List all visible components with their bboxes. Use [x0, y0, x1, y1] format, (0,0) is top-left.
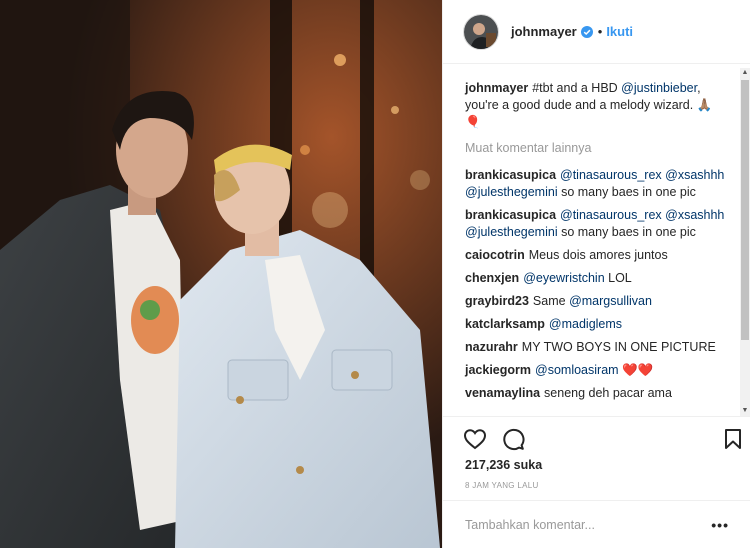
- comment-username[interactable]: katclarksamp: [465, 317, 545, 331]
- heart-icon[interactable]: [463, 427, 487, 451]
- comment-mention[interactable]: @eyewristchin: [523, 271, 604, 285]
- scroll-down-arrow-icon[interactable]: ▼: [740, 406, 750, 416]
- comment-username[interactable]: jackiegorm: [465, 363, 531, 377]
- comment-item: jackiegorm @somloasiram ❤️❤️: [465, 362, 725, 379]
- comment-item: brankicasupica @tinasaurous_rex @xsashhh …: [465, 207, 725, 241]
- avatar[interactable]: [463, 13, 499, 50]
- comment-text: Same: [532, 294, 570, 308]
- comment-text: Meus dois amores juntos: [528, 248, 668, 262]
- post-details-panel: johnmayer • Ikuti johnmayer #tbt and a HB…: [442, 0, 750, 548]
- bookmark-icon[interactable]: [721, 427, 745, 451]
- comment-mention[interactable]: @margsullivan: [569, 294, 652, 308]
- comment-item: caiocotrin Meus dois amores juntos: [465, 247, 725, 264]
- comment-text: seneng deh pacar ama: [544, 386, 672, 400]
- comment-text: so many baes in one pic: [557, 185, 696, 199]
- comment-item: brankicasupica @tinasaurous_rex @xsashhh …: [465, 167, 725, 201]
- scroll-up-arrow-icon[interactable]: ▲: [740, 68, 750, 78]
- scrollbar-thumb[interactable]: [741, 80, 749, 340]
- comment-text: so many baes in one pic: [557, 225, 696, 239]
- post-timestamp: 8 JAM YANG LALU: [465, 481, 539, 490]
- action-bar: [443, 416, 750, 456]
- add-comment-section: •••: [443, 500, 750, 548]
- photo-illustration: [0, 0, 442, 548]
- caption: johnmayer #tbt and a HBD @justinbieber, y…: [465, 80, 725, 131]
- comment-mention[interactable]: @somloasiram: [535, 363, 619, 377]
- comment-mention[interactable]: @tinasaurous_rex: [560, 208, 662, 222]
- load-more-comments-button[interactable]: Muat komentar lainnya: [465, 141, 725, 155]
- comment-mention[interactable]: @julesthegemini: [465, 185, 558, 199]
- header-separator: •: [597, 24, 603, 39]
- comment-text: LOL: [604, 271, 632, 285]
- comment-icon[interactable]: [501, 427, 525, 451]
- add-comment-input[interactable]: [465, 517, 712, 532]
- instagram-post: johnmayer • Ikuti johnmayer #tbt and a HB…: [0, 0, 750, 548]
- likes-count[interactable]: 217,236 suka: [465, 458, 542, 472]
- post-photo[interactable]: [0, 0, 442, 548]
- comment-item: nazurahr MY TWO BOYS IN ONE PICTURE: [465, 339, 725, 356]
- verified-badge-icon: [580, 25, 593, 38]
- comment-mention[interactable]: @xsashhh: [665, 208, 724, 222]
- follow-button[interactable]: Ikuti: [606, 24, 633, 39]
- comment-username[interactable]: graybird23: [465, 294, 529, 308]
- comments-list[interactable]: johnmayer #tbt and a HBD @justinbieber, y…: [443, 64, 750, 416]
- comment-username[interactable]: caiocotrin: [465, 248, 525, 262]
- caption-text-before: #tbt and a HBD: [532, 81, 622, 95]
- header-username[interactable]: johnmayer: [511, 24, 577, 39]
- comment-mention[interactable]: @julesthegemini: [465, 225, 558, 239]
- comment-username[interactable]: brankicasupica: [465, 168, 556, 182]
- comment-item: graybird23 Same @margsullivan: [465, 293, 725, 310]
- comment-mention[interactable]: @madiglems: [549, 317, 622, 331]
- comment-item: katclarksamp @madiglems: [465, 316, 725, 333]
- caption-username[interactable]: johnmayer: [465, 81, 528, 95]
- comment-item: venamaylina seneng deh pacar ama: [465, 385, 725, 402]
- comment-username[interactable]: nazurahr: [465, 340, 518, 354]
- comment-text: ❤️❤️: [618, 363, 654, 377]
- caption-mention[interactable]: @justinbieber: [621, 81, 697, 95]
- comment-username[interactable]: chenxjen: [465, 271, 519, 285]
- comment-mention[interactable]: @tinasaurous_rex: [560, 168, 662, 182]
- comment-mention[interactable]: @xsashhh: [665, 168, 724, 182]
- comment-username[interactable]: venamaylina: [465, 386, 540, 400]
- comment-username[interactable]: brankicasupica: [465, 208, 556, 222]
- comment-item: chenxjen @eyewristchin LOL: [465, 270, 725, 287]
- comments-scrollbar[interactable]: ▲ ▼: [740, 68, 750, 416]
- post-header: johnmayer • Ikuti: [443, 0, 750, 64]
- more-options-icon[interactable]: •••: [711, 517, 729, 533]
- comment-text: MY TWO BOYS IN ONE PICTURE: [521, 340, 716, 354]
